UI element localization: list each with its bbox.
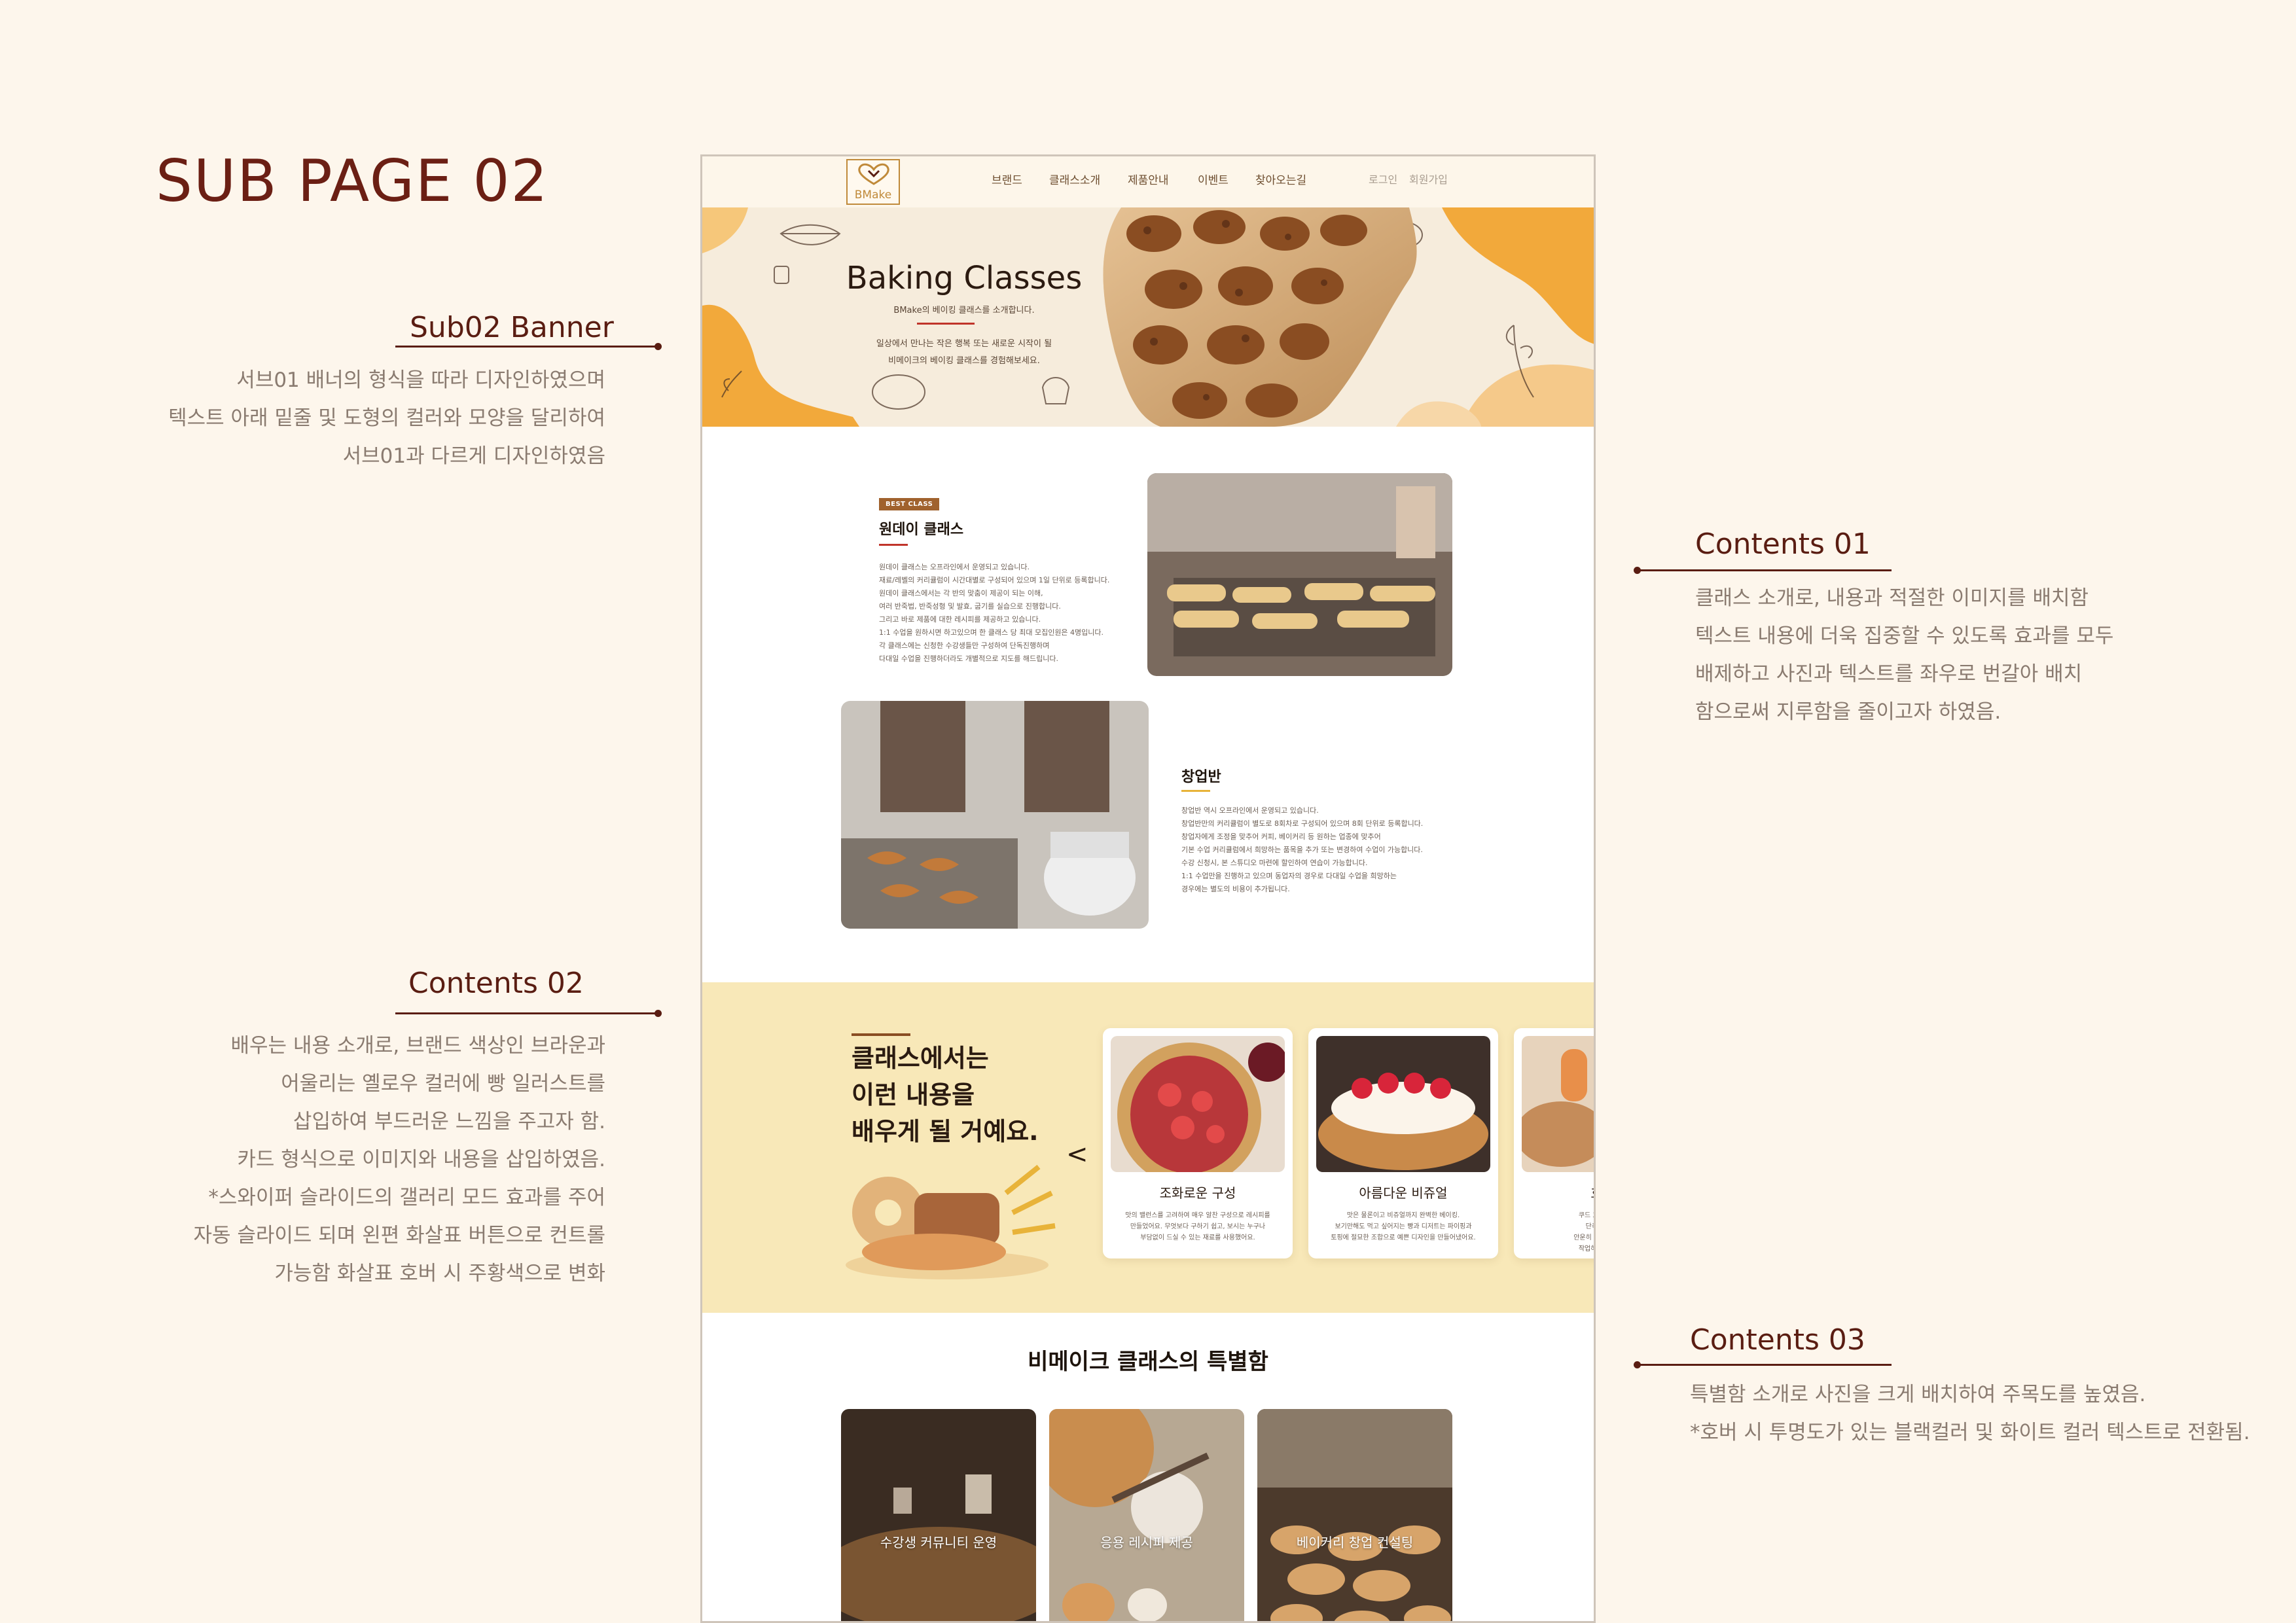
class2-title: 창업반 xyxy=(1181,769,1221,785)
annotation-contents02-heading: Contents 02 xyxy=(408,967,584,1000)
baker-hands-photo xyxy=(1522,1036,1594,1172)
annotation-dot xyxy=(655,343,662,350)
nav-event[interactable]: 이벤트 xyxy=(1198,171,1229,187)
banner-subtitle: BMake의 베이킹 클래스를 소개합니다. xyxy=(893,306,1035,315)
learning-section: 클래스에서는 이런 내용을 배우게 될 거예요. < 조화로운 구성 맛의 밸런… xyxy=(702,982,1594,1313)
cream-pastry-photo xyxy=(1316,1036,1490,1172)
strawberry-pie-photo xyxy=(1111,1036,1285,1172)
annotation-sub02-banner-heading: Sub02 Banner xyxy=(410,311,614,344)
class1-underline xyxy=(879,544,908,546)
annotation-contents03-heading: Contents 03 xyxy=(1690,1323,1865,1357)
nav-location[interactable]: 찾아오는길 xyxy=(1255,171,1306,187)
banner-title: Baking Classes xyxy=(846,260,1083,296)
card-title: 아름다운 비쥬얼 xyxy=(1359,1185,1448,1201)
learn-card[interactable]: 효율적 쿠드 효율세서 통을 쉽 단축시킬 수 있는 안운히 작업시간을 단축시… xyxy=(1514,1028,1594,1258)
learn-card[interactable]: 아름다운 비쥬얼 맛은 물론이고 비쥬얼까지 완벽한 베이킹. 보기만해도 먹고… xyxy=(1308,1028,1498,1258)
site-header: BMake 브랜드 클래스소개 제품안내 이벤트 찾아오는길 로그인 회원가입 xyxy=(702,156,1594,208)
annotation-rule xyxy=(1638,569,1892,571)
card-description: 맛은 물론이고 비쥬얼까지 완벽한 베이킹. 보기만해도 먹고 싶어지는 빵과 … xyxy=(1331,1212,1476,1241)
annotation-contents03-text: 특별함 소개로 사진을 크게 배치하여 주목도를 높였음. *호버 시 투명도가… xyxy=(1690,1383,2250,1444)
class2-underline xyxy=(1181,790,1210,792)
class1-photo xyxy=(1147,473,1452,676)
cookies-photo xyxy=(1103,207,1417,427)
annotation-rule xyxy=(1638,1364,1892,1366)
annotation-contents02-text: 배우는 내용 소개로, 브랜드 색상인 브라운과 어울리는 옐로우 컬러에 빵 … xyxy=(193,1034,605,1285)
learning-title-rule xyxy=(852,1033,910,1036)
banner-description: 일상에서 만나는 작은 행복 또는 새로운 시작이 될 비메이크의 베이킹 클래… xyxy=(876,339,1052,366)
annotation-sub02-banner-text: 서브01 배너의 형식을 따라 디자인하였으며 텍스트 아래 밑줄 및 도형의 … xyxy=(168,368,605,468)
learning-title: 클래스에서는 이런 내용을 배우게 될 거예요. xyxy=(852,1044,1039,1146)
learn-card[interactable]: 조화로운 구성 맛의 밸런스를 고려하여 매우 알찬 구성으로 레시피를 만들었… xyxy=(1103,1028,1293,1258)
page-title: SUB PAGE 02 xyxy=(156,147,549,215)
special-card[interactable]: 수강생 커뮤니티 운영 xyxy=(841,1409,1036,1621)
nav-class-intro[interactable]: 클래스소개 xyxy=(1049,171,1100,187)
website-mockup: BMake 브랜드 클래스소개 제품안내 이벤트 찾아오는길 로그인 회원가입 xyxy=(700,154,1596,1623)
card-title: 효율적 xyxy=(1514,1183,1594,1202)
class2-photo xyxy=(841,701,1149,929)
annotation-contents01-heading: Contents 01 xyxy=(1695,527,1871,561)
card-description: 맛의 밸런스를 고려하여 매우 알찬 구성으로 레시피를 만들었어요. 무엇보다… xyxy=(1125,1212,1270,1241)
site-logo[interactable]: BMake xyxy=(846,159,900,205)
class2-body: 창업반 역시 오프라인에서 운영되고 있습니다. 창업반만의 커리큘럼이 별도로… xyxy=(1181,806,1424,893)
special-card[interactable]: 베이커리 창업 컨설팅 xyxy=(1257,1409,1452,1621)
special-heading: 비메이크 클래스의 특별함 xyxy=(1028,1349,1268,1375)
nav-brand[interactable]: 브랜드 xyxy=(992,171,1022,187)
card-title: 조화로운 구성 xyxy=(1159,1185,1236,1201)
sub02-banner: Baking Classes BMake의 베이킹 클래스를 소개합니다. 일상… xyxy=(702,207,1594,427)
class1-title: 원데이 클래스 xyxy=(879,522,964,538)
banner-decoration xyxy=(702,207,1594,427)
slider-prev-arrow[interactable]: < xyxy=(1066,1139,1088,1169)
annotation-contents01-text: 클래스 소개로, 내용과 적절한 이미지를 배치함 텍스트 내용에 더욱 집중할… xyxy=(1695,586,2114,724)
special-card-label: 베이커리 창업 컨설팅 xyxy=(1296,1535,1414,1550)
bread-illustration xyxy=(846,1164,1056,1279)
class1-body: 원데이 클래스는 오프라인에서 운영되고 있습니다. 재료/레벨의 커리큘럼이 … xyxy=(879,563,1110,663)
banner-underline xyxy=(917,323,975,325)
annotation-rule xyxy=(395,346,658,348)
special-card-label: 응용 레시피 제공 xyxy=(1100,1535,1193,1550)
special-card[interactable]: 응용 레시피 제공 xyxy=(1049,1409,1244,1621)
card-description: 쿠드 효율세서 통을 쉽 단축시킬 수 있는 안운히 작업시간을 단축시 작업하… xyxy=(1573,1212,1594,1253)
signup-link[interactable]: 회원가입 xyxy=(1409,171,1448,187)
login-link[interactable]: 로그인 xyxy=(1369,171,1397,187)
nav-products[interactable]: 제품안내 xyxy=(1128,171,1169,187)
heart-logo-icon xyxy=(858,163,889,185)
annotation-dot xyxy=(655,1010,662,1017)
annotation-rule xyxy=(395,1012,658,1014)
special-card-label: 수강생 커뮤니티 운영 xyxy=(880,1535,997,1550)
logo-text: BMake xyxy=(854,188,892,202)
best-class-badge: BEST CLASS xyxy=(879,498,940,510)
